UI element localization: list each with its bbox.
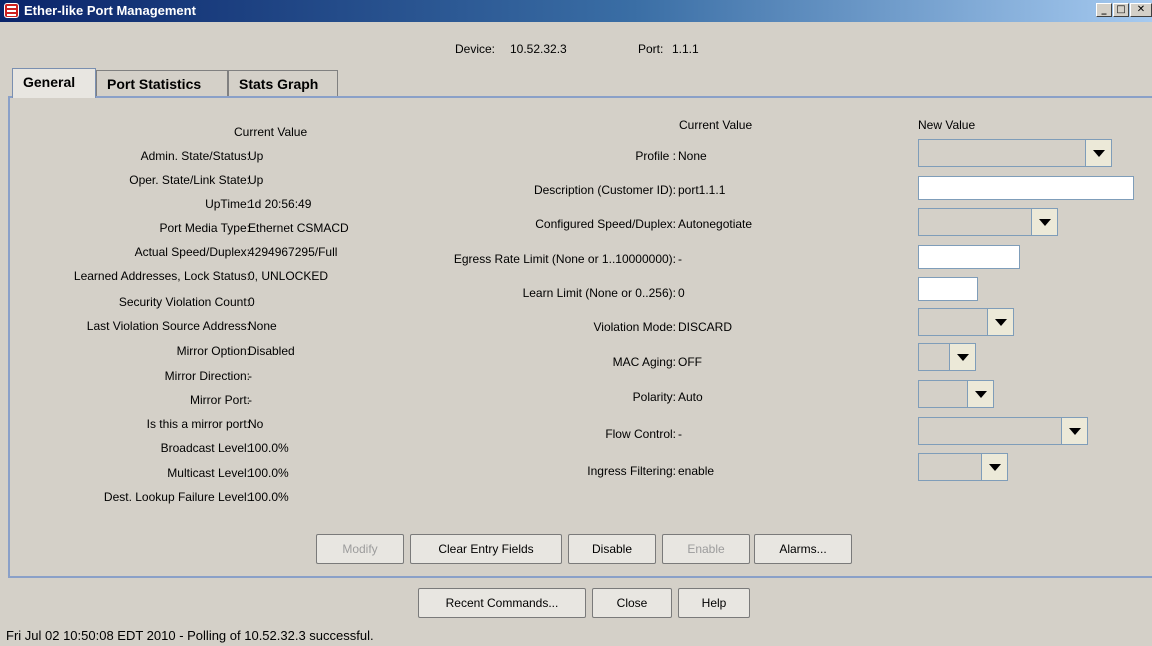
chevron-down-icon[interactable] xyxy=(1061,418,1087,444)
mirror-option-value: Disabled xyxy=(248,344,295,358)
mirror-port-value: - xyxy=(248,393,252,407)
minimize-icon[interactable]: _ xyxy=(1096,3,1112,17)
close-button[interactable]: Close xyxy=(592,588,672,618)
app-icon xyxy=(4,3,19,18)
multicast-level-value: 100.0% xyxy=(248,466,289,480)
mirror-direction-value: - xyxy=(248,369,252,383)
oper-state-label: Oper. State/Link State: xyxy=(129,173,250,187)
actual-speed-value: 4294967295/Full xyxy=(248,245,338,259)
learn-limit-value: 0 xyxy=(678,286,685,300)
port-value: 1.1.1 xyxy=(672,42,699,56)
chevron-down-icon[interactable] xyxy=(1031,209,1057,235)
port-media-type-label: Port Media Type: xyxy=(159,221,251,235)
chevron-down-icon[interactable] xyxy=(981,454,1007,480)
profile-select[interactable] xyxy=(918,139,1112,167)
mirror-port-label: Mirror Port: xyxy=(190,393,250,407)
configured-speed-label: Configured Speed/Duplex: xyxy=(535,217,676,231)
admin-state-label: Admin. State/Status: xyxy=(140,149,250,163)
broadcast-level-value: 100.0% xyxy=(248,441,289,455)
dest-lookup-failure-value: 100.0% xyxy=(248,490,289,504)
mac-aging-select[interactable] xyxy=(918,343,976,371)
uptime-value: 1d 20:56:49 xyxy=(248,197,312,211)
device-value: 10.52.32.3 xyxy=(510,42,567,56)
chevron-down-icon[interactable] xyxy=(987,309,1013,335)
chevron-down-icon[interactable] xyxy=(967,381,993,407)
egress-rate-limit-value: - xyxy=(678,252,682,266)
chevron-down-icon[interactable] xyxy=(1085,140,1111,166)
port-media-type-value: Ethernet CSMACD xyxy=(248,221,349,235)
status-bar: Fri Jul 02 10:50:08 EDT 2010 - Polling o… xyxy=(6,628,374,643)
multicast-level-label: Multicast Level: xyxy=(167,466,250,480)
oper-state-value: Up xyxy=(248,173,264,187)
uptime-label: UpTime: xyxy=(205,197,250,211)
help-button[interactable]: Help xyxy=(678,588,750,618)
egress-rate-limit-label: Egress Rate Limit (None or 1..10000000): xyxy=(453,252,676,266)
general-panel: Current Value Admin. State/Status: Up Op… xyxy=(8,96,1152,578)
profile-value: None xyxy=(678,149,707,163)
chevron-down-icon[interactable] xyxy=(949,344,975,370)
polarity-value: Auto xyxy=(678,390,703,404)
violation-mode-select[interactable] xyxy=(918,308,1014,336)
enable-button[interactable]: Enable xyxy=(662,534,750,564)
learned-addresses-value: 0, UNLOCKED xyxy=(248,269,329,283)
ingress-filtering-label: Ingress Filtering: xyxy=(587,464,676,478)
is-mirror-port-label: Is this a mirror port: xyxy=(146,417,250,431)
mirror-direction-label: Mirror Direction: xyxy=(164,369,250,383)
is-mirror-port-value: No xyxy=(248,417,264,431)
violation-mode-label: Violation Mode: xyxy=(593,320,677,334)
configured-speed-value: Autonegotiate xyxy=(678,217,753,231)
title-bar: Ether-like Port Management _ □ ✕ xyxy=(0,0,1152,22)
left-current-value-header: Current Value xyxy=(234,125,308,139)
port-label: Port: xyxy=(638,42,664,56)
flow-control-label: Flow Control: xyxy=(605,427,676,441)
actual-speed-label: Actual Speed/Duplex: xyxy=(134,245,250,259)
ingress-filtering-select[interactable] xyxy=(918,453,1008,481)
last-violation-value: None xyxy=(248,319,277,333)
configured-speed-select[interactable] xyxy=(918,208,1058,236)
new-value-header: New Value xyxy=(918,118,976,132)
description-label: Description (Customer ID): xyxy=(533,183,676,197)
close-icon[interactable]: ✕ xyxy=(1130,3,1152,17)
learned-addresses-label: Learned Addresses, Lock Status: xyxy=(73,269,250,283)
device-info: Device: 10.52.32.3 Port: 1.1.1 xyxy=(0,42,1152,58)
security-violation-count-label: Security Violation Count: xyxy=(118,295,250,309)
violation-mode-value: DISCARD xyxy=(678,320,733,334)
egress-rate-limit-input[interactable] xyxy=(918,245,1020,269)
description-input[interactable] xyxy=(918,176,1134,200)
tab-port-statistics[interactable]: Port Statistics xyxy=(96,70,228,96)
modify-button[interactable]: Modify xyxy=(316,534,404,564)
last-violation-label: Last Violation Source Address: xyxy=(86,319,250,333)
alarms-button[interactable]: Alarms... xyxy=(754,534,852,564)
device-label: Device: xyxy=(455,42,496,56)
mac-aging-value: OFF xyxy=(678,355,702,369)
learn-limit-input[interactable] xyxy=(918,277,978,301)
learn-limit-label: Learn Limit (None or 0..256): xyxy=(522,286,676,300)
tab-general[interactable]: General xyxy=(12,68,96,98)
dest-lookup-failure-label: Dest. Lookup Failure Level: xyxy=(103,490,250,504)
recent-commands-button[interactable]: Recent Commands... xyxy=(418,588,586,618)
tab-stats-graph[interactable]: Stats Graph xyxy=(228,70,338,96)
polarity-label: Polarity: xyxy=(632,390,676,404)
polarity-select[interactable] xyxy=(918,380,994,408)
flow-control-value: - xyxy=(678,427,682,441)
window-title: Ether-like Port Management xyxy=(24,3,196,18)
disable-button[interactable]: Disable xyxy=(568,534,656,564)
clear-entry-fields-button[interactable]: Clear Entry Fields xyxy=(410,534,562,564)
flow-control-select[interactable] xyxy=(918,417,1088,445)
description-value: port1.1.1 xyxy=(678,183,726,197)
admin-state-value: Up xyxy=(248,149,264,163)
mirror-option-label: Mirror Option: xyxy=(176,344,250,358)
right-current-value-header: Current Value xyxy=(679,118,753,132)
profile-label: Profile : xyxy=(635,149,676,163)
mac-aging-label: MAC Aging: xyxy=(612,355,676,369)
ingress-filtering-value: enable xyxy=(678,464,715,478)
broadcast-level-label: Broadcast Level: xyxy=(160,441,250,455)
maximize-icon[interactable]: □ xyxy=(1113,3,1129,17)
security-violation-count-value: 0 xyxy=(248,295,255,309)
